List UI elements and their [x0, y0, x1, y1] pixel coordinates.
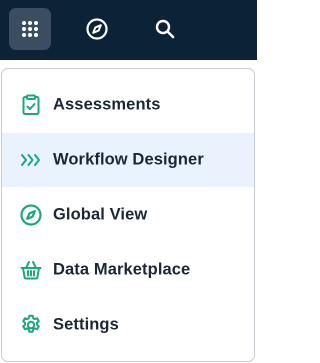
- triple-chevron-right-icon: [19, 148, 43, 172]
- basket-icon: [19, 258, 43, 282]
- compass-icon: [86, 18, 108, 40]
- explore-button[interactable]: [76, 8, 118, 50]
- menu-item-label: Data Marketplace: [53, 260, 191, 279]
- apps-grid-icon: [22, 21, 38, 37]
- menu-item-assessments[interactable]: Assessments: [2, 78, 254, 132]
- menu-item-label: Workflow Designer: [53, 150, 204, 169]
- menu-item-data-marketplace[interactable]: Data Marketplace: [2, 243, 254, 297]
- menu-item-label: Global View: [53, 205, 148, 224]
- menu-item-label: Assessments: [53, 95, 161, 114]
- apps-menu-button[interactable]: [9, 8, 51, 50]
- gear-icon: [19, 313, 43, 337]
- search-button[interactable]: [144, 8, 186, 50]
- menu-item-workflow-designer[interactable]: Workflow Designer: [2, 133, 254, 187]
- top-navigation-bar: [0, 0, 257, 60]
- clipboard-check-icon: [19, 93, 43, 117]
- search-icon: [155, 19, 175, 39]
- compass-icon: [19, 203, 43, 227]
- menu-item-global-view[interactable]: Global View: [2, 188, 254, 242]
- navigation-dropdown-menu: Assessments Workflow Designer Global Vie…: [1, 68, 255, 362]
- menu-item-settings[interactable]: Settings: [2, 298, 254, 352]
- menu-item-label: Settings: [53, 315, 119, 334]
